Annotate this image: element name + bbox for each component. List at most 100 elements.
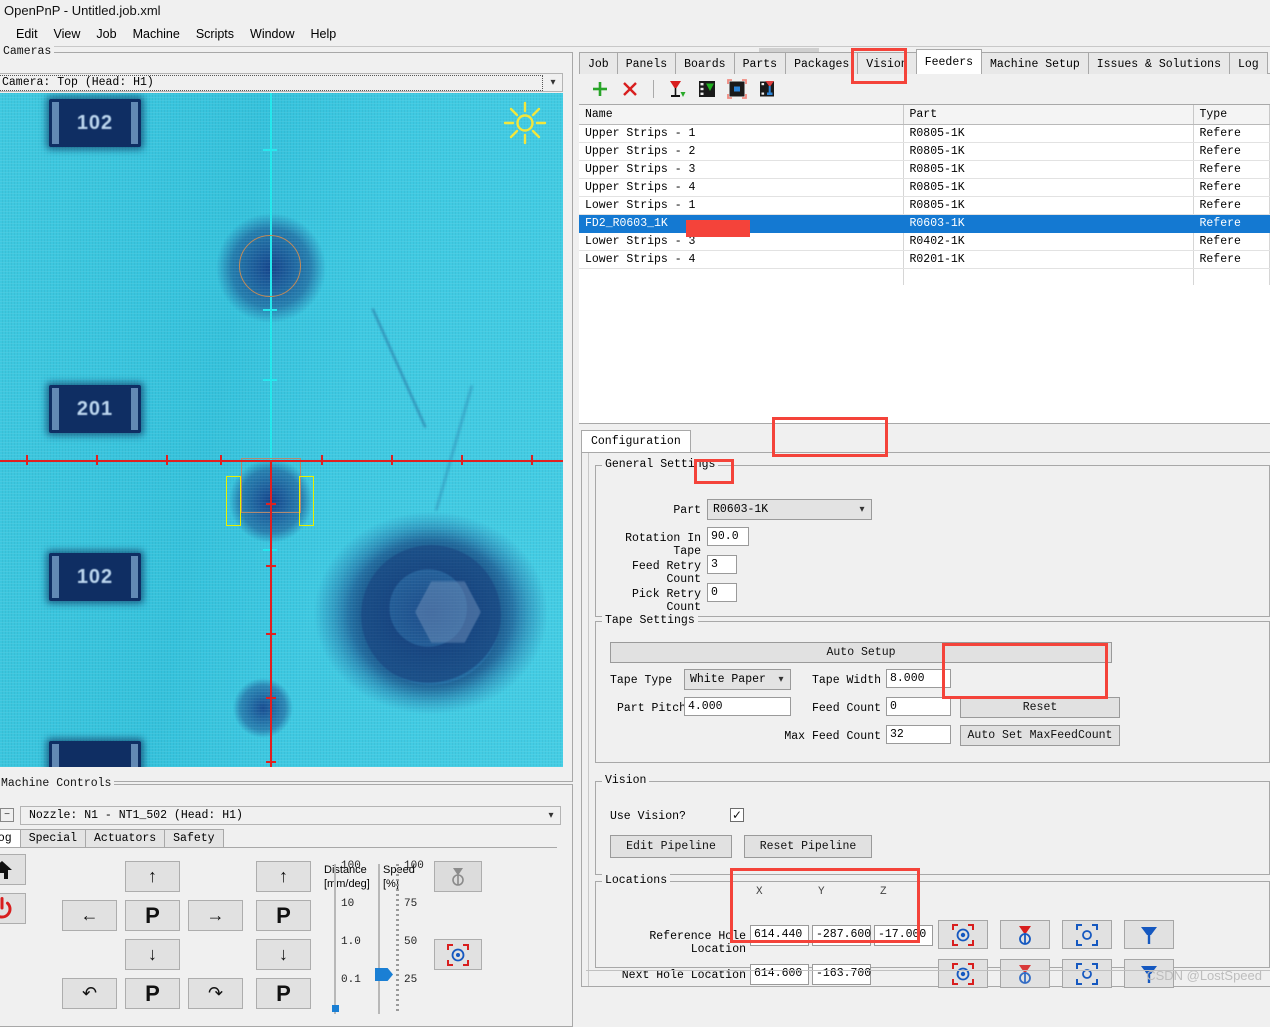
add-feeder-button[interactable] [587,77,613,101]
auto-setup-button[interactable]: Auto Setup [610,642,1112,663]
next-hole-x-input[interactable]: 614.600 [750,964,809,985]
tab-safety[interactable]: Safety [164,829,224,847]
tab-vision[interactable]: Vision [857,52,917,74]
auto-set-max-feed-count-button[interactable]: Auto Set MaxFeedCount [960,725,1120,746]
home-button[interactable] [0,854,26,885]
brightness-icon[interactable] [503,101,547,145]
capture-camera-icon [952,923,974,946]
reference-hole-move-nozzle-button[interactable] [1000,920,1050,949]
table-row[interactable]: Lower Strips - 3 R0402-1K Refere [579,232,1270,251]
column-header-name[interactable]: Name [579,105,904,125]
next-hole-capture-camera-button[interactable] [938,959,988,988]
tab-configuration[interactable]: Configuration [581,430,691,452]
reference-hole-y-input[interactable]: -287.600 [812,925,871,946]
table-cell-name: Upper Strips - 1 [579,124,904,143]
nozzle-select[interactable]: Nozzle: N1 - NT1_502 (Head: H1) ▾ [20,805,561,825]
table-row[interactable]: Upper Strips - 4 R0805-1K Refere [579,178,1270,197]
menu-item-machine[interactable]: Machine [125,25,188,43]
power-button[interactable] [0,893,26,924]
jog-x-minus-button[interactable]: ← [62,900,117,931]
feed-all-button[interactable] [694,77,720,101]
tab-actuators[interactable]: Actuators [85,829,166,847]
menu-item-view[interactable]: View [46,25,89,43]
tape-type-select[interactable]: White Paper ▾ [684,669,791,690]
tab-boards[interactable]: Boards [675,52,735,74]
tab-job[interactable]: Job [579,52,618,74]
column-header-part[interactable]: Part [903,105,1194,125]
jog-y-plus-button[interactable]: ↑ [125,861,180,892]
distance-slider-thumb[interactable] [332,1005,339,1012]
pick-retry-count-input[interactable]: 0 [707,583,737,602]
jog-x-plus-button[interactable]: → [188,900,243,931]
jog-rot-p-button[interactable]: P [125,978,180,1009]
smd-chip: 102 [49,553,141,601]
jog-z-plus-button[interactable]: ↑ [256,861,311,892]
jog-xy-p-button[interactable]: P [125,900,180,931]
camera-target-button[interactable] [434,939,482,970]
camera-view[interactable]: 102 201 102 [0,93,563,767]
delete-feeder-button[interactable] [617,77,643,101]
table-row[interactable]: Upper Strips - 1 R0805-1K Refere [579,124,1270,143]
pick-from-feeder-button[interactable] [724,77,750,101]
camera-select[interactable]: Camera: Top (Head: H1) ▾ [0,73,563,92]
menu-item-help[interactable]: Help [303,25,345,43]
collapse-toggle-icon[interactable]: − [0,808,14,822]
part-pitch-input[interactable]: 4.000 [684,697,791,716]
tab-machine-setup[interactable]: Machine Setup [981,52,1089,74]
feed-button[interactable] [664,77,690,101]
table-cell-part: R0603-1K [903,214,1194,233]
jog-rot-ccw-button[interactable]: ↶ [62,978,117,1009]
tab-issues-solutions[interactable]: Issues & Solutions [1087,52,1230,74]
use-vision-checkbox[interactable]: ✓ [730,808,744,822]
part-select[interactable]: R0603-1K ▾ [707,499,872,520]
nozzle-tip-button[interactable] [434,861,482,892]
tab-panels[interactable]: Panels [616,52,677,74]
jog-rot-cw-button[interactable]: ↷ [188,978,243,1009]
reference-hole-capture-camera-button[interactable] [938,920,988,949]
tape-width-input[interactable]: 8.000 [886,669,951,688]
tab-parts[interactable]: Parts [733,52,787,74]
column-header-type[interactable]: Type [1193,105,1270,125]
distance-slider-track[interactable] [334,864,336,1014]
reference-hole-position-camera-button[interactable] [1062,920,1112,949]
table-cell-name: Lower Strips - 4 [579,250,904,269]
edit-pipeline-button[interactable]: Edit Pipeline [610,835,732,858]
jog-z-p2-button[interactable]: P [256,978,311,1009]
tab-special[interactable]: Special [19,829,87,847]
next-hole-position-camera-button[interactable] [1062,959,1112,988]
jog-z-minus-button[interactable]: ↓ [256,939,311,970]
reset-feed-count-button[interactable]: Reset [960,697,1120,718]
place-to-feeder-button[interactable] [754,77,780,101]
jog-y-minus-button[interactable]: ↓ [125,939,180,970]
pick-retry-count-label: Pick Retry Count [631,588,701,614]
speed-slider-track[interactable] [378,864,380,1014]
reset-pipeline-button[interactable]: Reset Pipeline [744,835,872,858]
tab-jog[interactable]: Jog [0,829,21,847]
table-row[interactable]: Lower Strips - 4 R0201-1K Refere [579,250,1270,269]
reference-hole-x-input[interactable]: 614.440 [750,925,809,946]
table-row[interactable]: Upper Strips - 3 R0805-1K Refere [579,160,1270,179]
feed-retry-count-input[interactable]: 3 [707,555,737,574]
tab-packages[interactable]: Packages [785,52,859,74]
reference-hole-z-input[interactable]: -17.000 [874,925,933,946]
reference-hole-center-button[interactable] [1124,920,1174,949]
menu-item-job[interactable]: Job [88,25,124,43]
table-row[interactable]: Lower Strips - 1 R0805-1K Refere [579,196,1270,215]
rotation-in-tape-input[interactable]: 90.0 [707,527,749,546]
table-row[interactable]: Upper Strips - 2 R0805-1K Refere [579,142,1270,161]
max-feed-count-input[interactable]: 32 [886,725,951,744]
speed-slider-thumb[interactable] [375,968,393,981]
tab-feeders[interactable]: Feeders [915,49,983,74]
feed-count-input[interactable]: 0 [886,697,951,716]
speed-tick-25: 25 [404,974,418,986]
table-cell-type: Refere [1193,232,1270,251]
menu-item-edit[interactable]: Edit [8,25,46,43]
jog-z-p-button[interactable]: P [256,900,311,931]
tab-log[interactable]: Log [1228,52,1268,74]
next-hole-y-input[interactable]: -163.700 [812,964,871,985]
menu-item-scripts[interactable]: Scripts [188,25,242,43]
next-hole-move-nozzle-button[interactable] [1000,959,1050,988]
table-row[interactable]: FD2_R0603_1K R0603-1K Refere [579,214,1270,233]
feeders-table[interactable]: Name Part Type Upper Strips - 1 R0805-1K R… [579,104,1270,424]
menu-item-window[interactable]: Window [242,25,302,43]
